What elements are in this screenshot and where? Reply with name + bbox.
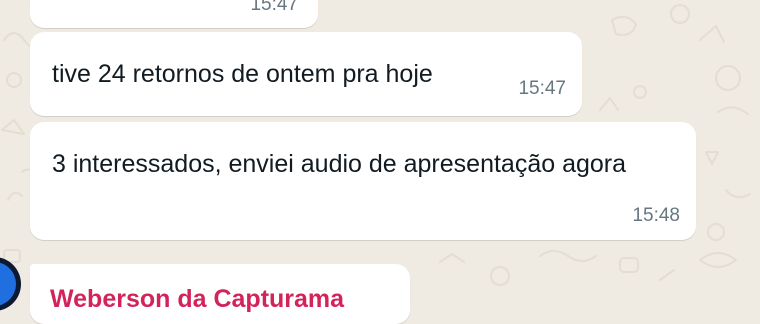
message-timestamp: 15:47 — [518, 78, 566, 99]
message-bubble-incoming[interactable]: Weberson da Capturama — [30, 264, 410, 324]
sender-name[interactable]: Weberson da Capturama — [50, 284, 344, 314]
message-timestamp: 15:48 — [632, 205, 680, 226]
message-bubble[interactable]: tive 24 retornos de ontem pra hoje 15:47 — [30, 32, 582, 116]
message-timestamp: 15:47 — [250, 0, 298, 15]
message-bubble[interactable]: 3 interessados, enviei audio de apresent… — [30, 122, 696, 240]
message-bubble-previous[interactable]: 15:47 — [30, 0, 318, 28]
message-text: 3 interessados, enviei audio de apresent… — [52, 150, 627, 178]
message-text: tive 24 retornos de ontem pra hoje — [52, 60, 433, 88]
